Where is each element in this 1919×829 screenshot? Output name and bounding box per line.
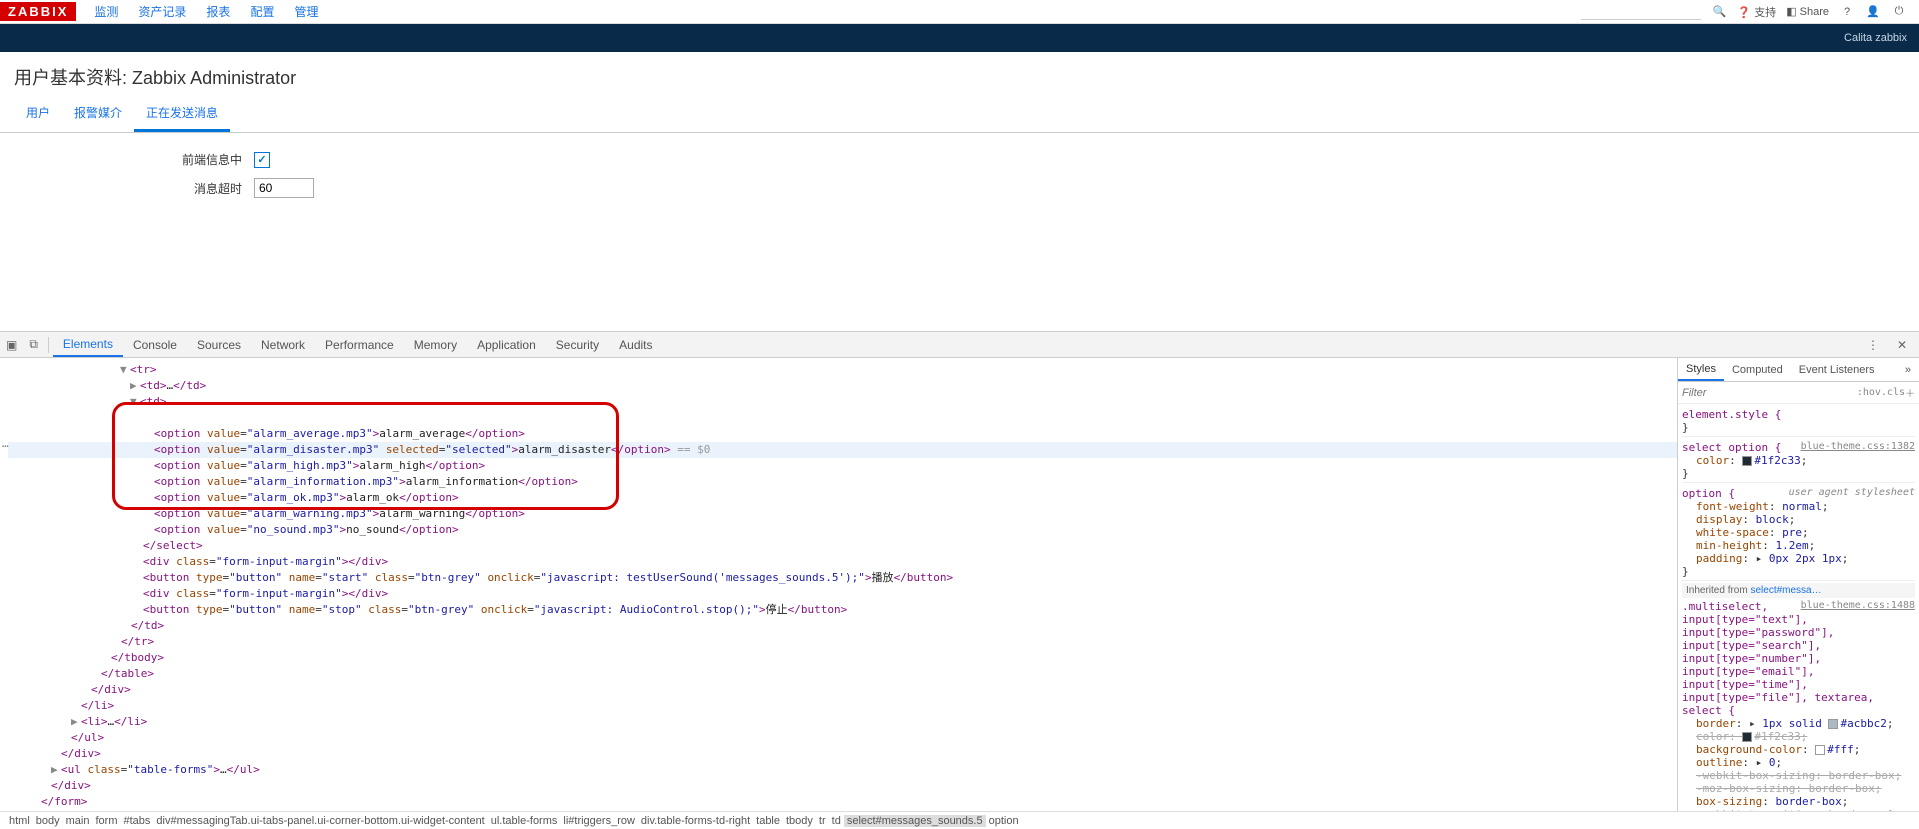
code-line[interactable]: <div class="form-input-margin"></div>: [8, 586, 1677, 602]
timeout-label: 消息超时: [14, 180, 254, 197]
styles-tab-computed[interactable]: Computed: [1724, 364, 1791, 376]
help-icon[interactable]: ?: [1839, 4, 1855, 20]
dt-tab-sources[interactable]: Sources: [187, 332, 251, 357]
cls-chip[interactable]: .cls: [1881, 387, 1905, 398]
breadcrumb-item[interactable]: td: [829, 815, 844, 827]
dt-more-icon[interactable]: ⋮: [1861, 338, 1885, 352]
styles-tab-styles[interactable]: Styles: [1678, 358, 1724, 381]
elements-panel[interactable]: … ▼<tr>▶<td>…</td>▼<td> <option value="a…: [0, 358, 1677, 811]
code-line[interactable]: </td>: [8, 618, 1677, 634]
tab-user[interactable]: 用户: [14, 96, 62, 132]
code-line[interactable]: <option value="alarm_average.mp3">alarm_…: [8, 426, 1677, 442]
breadcrumb-item[interactable]: option: [986, 815, 1022, 827]
breadcrumb-item[interactable]: tr: [816, 815, 829, 827]
dt-tab-application[interactable]: Application: [467, 332, 546, 357]
top-nav: 监测 资产记录 报表 配置 管理: [84, 0, 328, 24]
dt-tab-audits[interactable]: Audits: [609, 332, 662, 357]
code-line[interactable]: ▶<li>…</li>: [8, 714, 1677, 730]
dt-tab-performance[interactable]: Performance: [315, 332, 404, 357]
styles-filter-input[interactable]: [1682, 387, 1857, 399]
code-line[interactable]: </tr>: [8, 634, 1677, 650]
code-line[interactable]: ▶<td>…</td>: [8, 378, 1677, 394]
blue-bar: Calita zabbix: [0, 24, 1919, 52]
styles-body[interactable]: element.style {}blue-theme.css:1382selec…: [1678, 404, 1919, 811]
nav-admin[interactable]: 管理: [284, 0, 328, 24]
plus-icon[interactable]: ＋: [1905, 385, 1915, 400]
code-line[interactable]: <option value="alarm_disaster.mp3" selec…: [8, 442, 1677, 458]
page-title-label: 用户基本资料:: [14, 68, 127, 88]
breadcrumb-item[interactable]: ul.table-forms: [488, 815, 561, 827]
code-line[interactable]: <option value="alarm_ok.mp3">alarm_ok</o…: [8, 490, 1677, 506]
share-link[interactable]: ◧ Share: [1786, 5, 1829, 18]
tab-media[interactable]: 报警媒介: [62, 96, 134, 132]
code-line[interactable]: </main>: [8, 810, 1677, 811]
device-icon[interactable]: ⧉: [23, 337, 44, 352]
dt-tab-elements[interactable]: Elements: [53, 332, 123, 357]
support-link[interactable]: ❓ 支持: [1737, 4, 1776, 20]
code-line[interactable]: </table>: [8, 666, 1677, 682]
breadcrumb-item[interactable]: li#triggers_row: [560, 815, 638, 827]
code-line[interactable]: <option value="alarm_information.mp3">al…: [8, 474, 1677, 490]
breadcrumb-item[interactable]: div.table-forms-td-right: [638, 815, 753, 827]
code-line[interactable]: <option value="alarm_warning.mp3">alarm_…: [8, 506, 1677, 522]
dt-tab-security[interactable]: Security: [546, 332, 609, 357]
timeout-input[interactable]: [254, 178, 314, 198]
nav-assets[interactable]: 资产记录: [128, 0, 196, 24]
inspect-icon[interactable]: ▣: [0, 338, 23, 352]
code-line[interactable]: </div>: [8, 682, 1677, 698]
code-line[interactable]: [8, 410, 1677, 426]
code-line[interactable]: <button type="button" name="start" class…: [8, 570, 1677, 586]
breadcrumb-item[interactable]: form: [92, 815, 120, 827]
code-line[interactable]: </div>: [8, 778, 1677, 794]
nav-config[interactable]: 配置: [240, 0, 284, 24]
search-icon[interactable]: 🔍: [1711, 4, 1727, 20]
frontend-checkbox[interactable]: ✓: [254, 152, 270, 168]
page-title-name: Zabbix Administrator: [132, 68, 296, 88]
user-icon[interactable]: 👤: [1865, 4, 1881, 20]
nav-monitor[interactable]: 监测: [84, 0, 128, 24]
breadcrumb-item[interactable]: html: [6, 815, 33, 827]
breadcrumb-item[interactable]: main: [63, 815, 93, 827]
breadcrumb-item[interactable]: table: [753, 815, 783, 827]
zabbix-logo: ZABBIX: [0, 2, 76, 21]
code-line[interactable]: </form>: [8, 794, 1677, 810]
dt-tab-memory[interactable]: Memory: [404, 332, 467, 357]
breadcrumb-item[interactable]: tbody: [783, 815, 816, 827]
tab-messaging[interactable]: 正在发送消息: [134, 96, 230, 132]
breadcrumb-item[interactable]: #tabs: [120, 815, 153, 827]
gutter-ellipsis: …: [2, 436, 9, 452]
dt-close-icon[interactable]: ✕: [1891, 338, 1913, 352]
nav-reports[interactable]: 报表: [196, 0, 240, 24]
code-line[interactable]: <div class="form-input-margin"></div>: [8, 554, 1677, 570]
code-line[interactable]: </tbody>: [8, 650, 1677, 666]
code-line[interactable]: ▼<tr>: [8, 362, 1677, 378]
code-line[interactable]: </select>: [8, 538, 1677, 554]
elements-breadcrumb[interactable]: htmlbodymainform#tabsdiv#messagingTab.ui…: [0, 811, 1919, 829]
styles-more-icon[interactable]: »: [1897, 364, 1919, 376]
dt-tab-console[interactable]: Console: [123, 332, 187, 357]
breadcrumb-item[interactable]: body: [33, 815, 63, 827]
code-line[interactable]: </li>: [8, 698, 1677, 714]
dt-tab-network[interactable]: Network: [251, 332, 315, 357]
breadcrumb-item[interactable]: select#messages_sounds.5: [844, 815, 986, 827]
current-user: Calita zabbix: [1844, 32, 1907, 44]
styles-tab-listeners[interactable]: Event Listeners: [1791, 364, 1883, 376]
search-input[interactable]: [1581, 4, 1701, 20]
code-line[interactable]: <option value="alarm_high.mp3">alarm_hig…: [8, 458, 1677, 474]
breadcrumb-item[interactable]: div#messagingTab.ui-tabs-panel.ui-corner…: [153, 815, 487, 827]
frontend-label: 前端信息中: [14, 151, 254, 168]
code-line[interactable]: </div>: [8, 746, 1677, 762]
hov-chip[interactable]: :hov: [1857, 387, 1881, 398]
code-line[interactable]: ▶<ul class="table-forms">…</ul>: [8, 762, 1677, 778]
code-line[interactable]: <option value="no_sound.mp3">no_sound</o…: [8, 522, 1677, 538]
code-line[interactable]: <button type="button" name="stop" class=…: [8, 602, 1677, 618]
power-icon[interactable]: ⏻: [1891, 4, 1907, 20]
code-line[interactable]: ▼<td>: [8, 394, 1677, 410]
code-line[interactable]: </ul>: [8, 730, 1677, 746]
